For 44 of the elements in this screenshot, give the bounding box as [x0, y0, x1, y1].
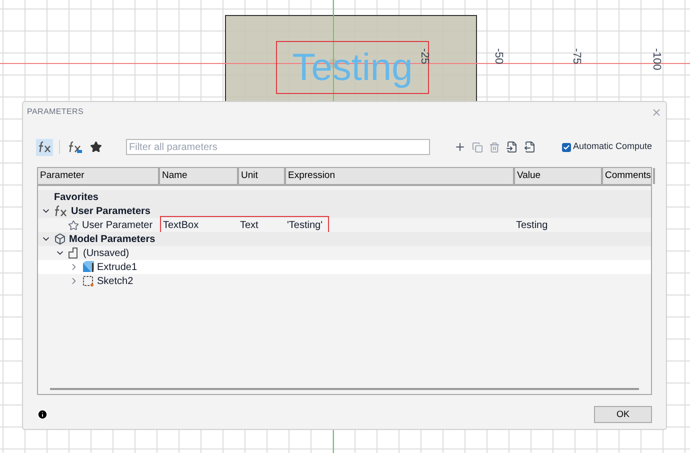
parameter-label: (Unsaved) — [83, 246, 130, 260]
table-cell-text: 'Testing' — [287, 218, 323, 232]
parameter-label: Extrude1 — [97, 260, 138, 274]
column-header[interactable]: Expression — [286, 168, 515, 184]
axis-label: -25 — [417, 48, 432, 64]
axis-label: -75 — [569, 48, 584, 64]
export-icon[interactable] — [524, 141, 536, 153]
auto-compute-checkbox[interactable] — [562, 142, 571, 152]
function-icon — [54, 205, 68, 217]
all-parameters-button[interactable] — [36, 138, 53, 156]
parameter-label: Sketch2 — [97, 274, 134, 288]
sketch-icon — [82, 275, 94, 287]
table-cell-text: Text — [240, 218, 260, 232]
component-icon — [68, 247, 80, 259]
body-icon — [82, 261, 94, 273]
column-header[interactable]: Parameter — [38, 168, 160, 184]
star-icon[interactable] — [68, 220, 79, 230]
dialog-title: PARAMETERS — [27, 106, 84, 118]
column-header[interactable]: Comments — [603, 168, 655, 184]
table-row[interactable]: Favorites — [38, 190, 651, 204]
parameter-label: Model Parameters — [69, 232, 156, 246]
function-icon — [68, 141, 82, 153]
add-icon[interactable] — [454, 141, 466, 153]
column-header[interactable]: Name — [160, 168, 239, 184]
table-row[interactable]: Extrude1 — [38, 260, 651, 274]
parameter-label: User Parameters — [71, 204, 150, 218]
checkbox-label: Automatic Compute — [572, 140, 652, 154]
parameter-label: User Parameter — [82, 218, 153, 232]
table-cell-text: Testing — [515, 218, 548, 232]
ok-button[interactable]: OK — [594, 406, 652, 423]
function-icon — [38, 141, 52, 153]
parameter-label: Favorites — [54, 190, 98, 204]
table-row[interactable]: User Parameters — [38, 204, 651, 218]
user-parameters-button[interactable] — [66, 138, 83, 156]
cube-icon — [54, 233, 66, 245]
info-icon[interactable] — [37, 409, 48, 420]
column-header[interactable]: Value — [515, 168, 603, 184]
axis-label: -100 — [649, 48, 664, 70]
search-field[interactable]: Filter all parameters — [126, 139, 430, 155]
axis-label: -50 — [491, 48, 506, 64]
table-row[interactable]: Model Parameters — [38, 232, 651, 246]
import-icon[interactable] — [506, 141, 518, 153]
column-header[interactable]: Unit — [239, 168, 286, 184]
table-cell-text: TextBox — [162, 218, 200, 232]
